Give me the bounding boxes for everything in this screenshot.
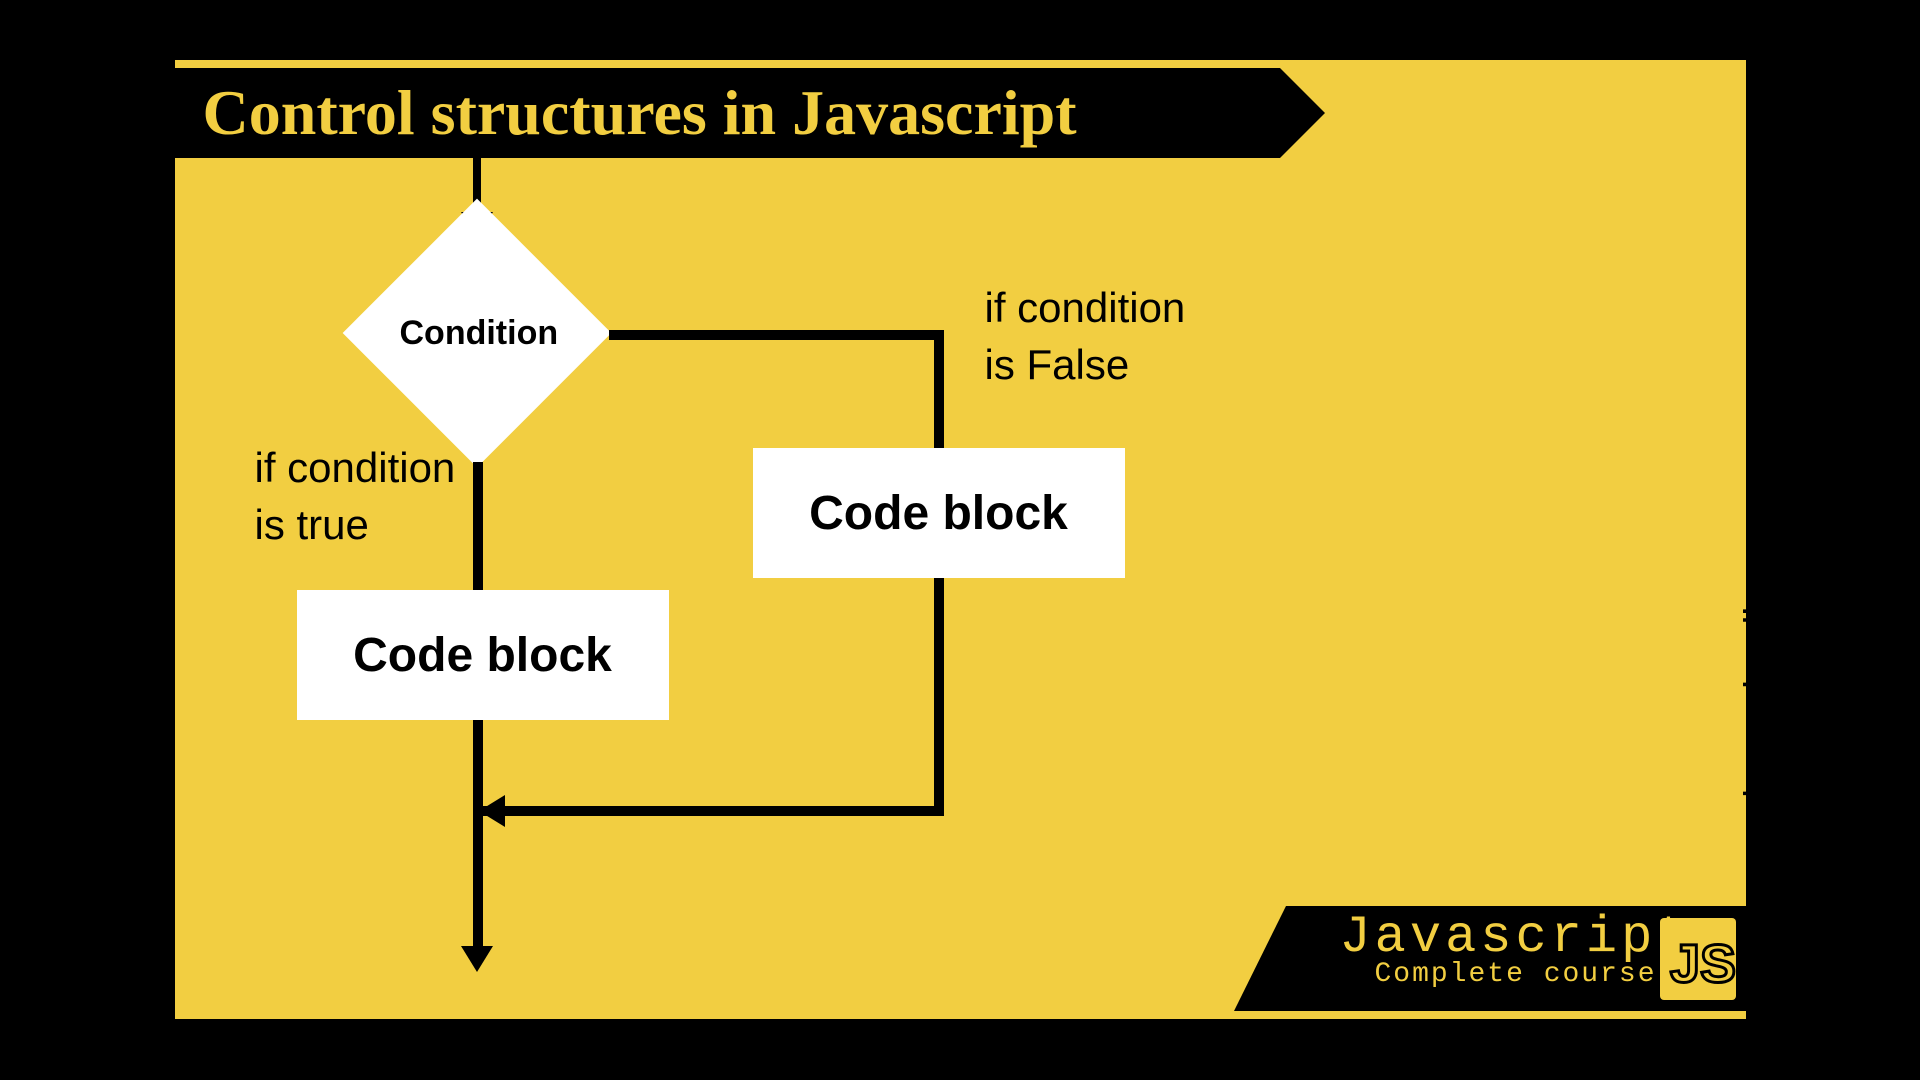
false-branch-horizontal xyxy=(609,330,944,340)
title-banner: Control structures in Javascript xyxy=(175,68,1280,158)
exit-arrow-head xyxy=(461,946,493,972)
true-label-line2: is true xyxy=(255,501,369,548)
js-badge-icon: JS xyxy=(1660,918,1736,1000)
diagram-canvas: Control structures in Javascript © www.l… xyxy=(175,60,1746,1019)
false-code-block: Code block xyxy=(753,448,1125,578)
true-label: if condition is true xyxy=(255,440,456,553)
svg-text:JS: JS xyxy=(1670,934,1736,994)
false-branch-vertical xyxy=(934,330,944,448)
website-credit: © www.learnsimpli.com xyxy=(1738,520,1783,934)
false-merge-vertical xyxy=(934,578,944,816)
true-label-line1: if condition xyxy=(255,444,456,491)
true-branch-vertical xyxy=(473,462,483,590)
true-code-block-text: Code block xyxy=(353,628,612,683)
page-title: Control structures in Javascript xyxy=(203,77,1077,148)
false-merge-horizontal xyxy=(481,806,944,816)
false-label: if condition is False xyxy=(985,280,1186,393)
condition-label: Condition xyxy=(400,314,559,353)
false-label-line2: is False xyxy=(985,341,1130,388)
merge-arrow-head xyxy=(479,795,505,827)
footer-banner: Javascript Complete course JS xyxy=(1286,906,1746,1011)
false-label-line1: if condition xyxy=(985,284,1186,331)
false-code-block-text: Code block xyxy=(809,486,1068,541)
true-code-block: Code block xyxy=(297,590,669,720)
exit-vertical xyxy=(473,720,483,950)
